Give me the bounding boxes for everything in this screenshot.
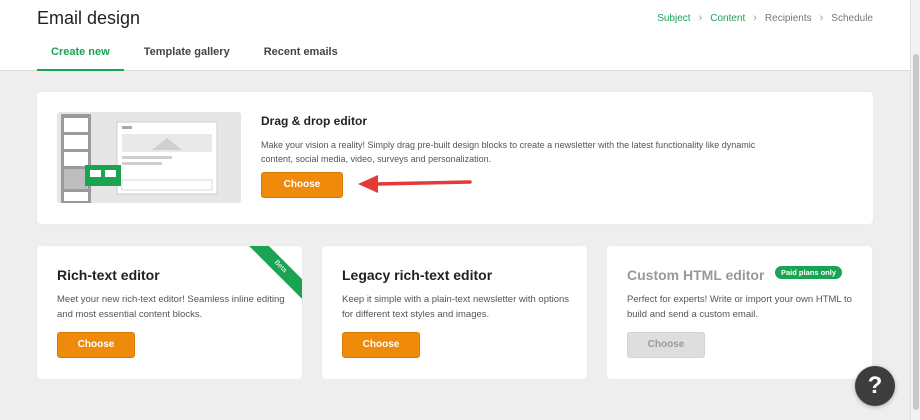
editor-preview-illustration	[57, 112, 241, 203]
question-mark-icon: ?	[867, 372, 883, 399]
page-title: Email design	[37, 8, 141, 28]
tab-template-gallery[interactable]: Template gallery	[130, 46, 244, 71]
left-arrow-annotation	[358, 175, 472, 193]
tab-recent-emails[interactable]: Recent emails	[250, 46, 352, 71]
drag-drop-editor-title: Drag & drop editor	[261, 114, 368, 128]
scrollbar-thumb[interactable]	[913, 54, 919, 410]
drag-drop-editor-card: Drag & drop editor Make your vision a re…	[37, 92, 873, 224]
step-subject[interactable]: Subject	[657, 13, 690, 24]
scrollbar[interactable]	[910, 0, 920, 420]
custom-html-editor-title: Custom HTML editor	[627, 267, 765, 283]
drag-drop-editor-description: Make your vision a reality! Simply drag …	[261, 140, 756, 164]
step-recipients[interactable]: Recipients	[765, 13, 812, 24]
choose-rich-text-button[interactable]: Choose	[57, 332, 135, 358]
progress-breadcrumb: Subject › Content › Recipients › Schedul…	[657, 12, 873, 24]
rich-text-editor-title: Rich-text editor	[57, 267, 160, 283]
legacy-rich-text-editor-description: Keep it simple with a plain-text newslet…	[342, 294, 570, 320]
legacy-rich-text-editor-title: Legacy rich-text editor	[342, 267, 493, 283]
chevron-right-icon: ›	[819, 12, 824, 24]
page-header: Email design Subject › Content › Recipie…	[0, 0, 910, 71]
drag-drop-illustration	[57, 112, 241, 203]
custom-html-editor-description: Perfect for experts! Write or import you…	[627, 294, 852, 320]
paid-plans-badge: Paid plans only	[775, 266, 843, 279]
chevron-right-icon: ›	[753, 12, 757, 24]
help-button[interactable]: ?	[855, 366, 895, 406]
tab-bar: Create new Template gallery Recent email…	[37, 46, 358, 71]
step-schedule[interactable]: Schedule	[831, 13, 873, 24]
choose-drag-drop-button[interactable]: Choose	[261, 172, 343, 198]
choose-legacy-rich-text-button[interactable]: Choose	[342, 332, 420, 358]
legacy-rich-text-editor-card: Legacy rich-text editor Keep it simple w…	[322, 246, 587, 379]
chevron-right-icon: ›	[698, 12, 703, 24]
step-content[interactable]: Content	[710, 13, 745, 24]
choose-custom-html-button: Choose	[627, 332, 705, 358]
rich-text-editor-card: Beta Rich-text editor Meet your new rich…	[37, 246, 302, 379]
tab-create-new[interactable]: Create new	[37, 46, 124, 71]
custom-html-editor-card: Custom HTML editor Paid plans only Perfe…	[607, 246, 872, 379]
rich-text-editor-description: Meet your new rich-text editor! Seamless…	[57, 294, 285, 320]
